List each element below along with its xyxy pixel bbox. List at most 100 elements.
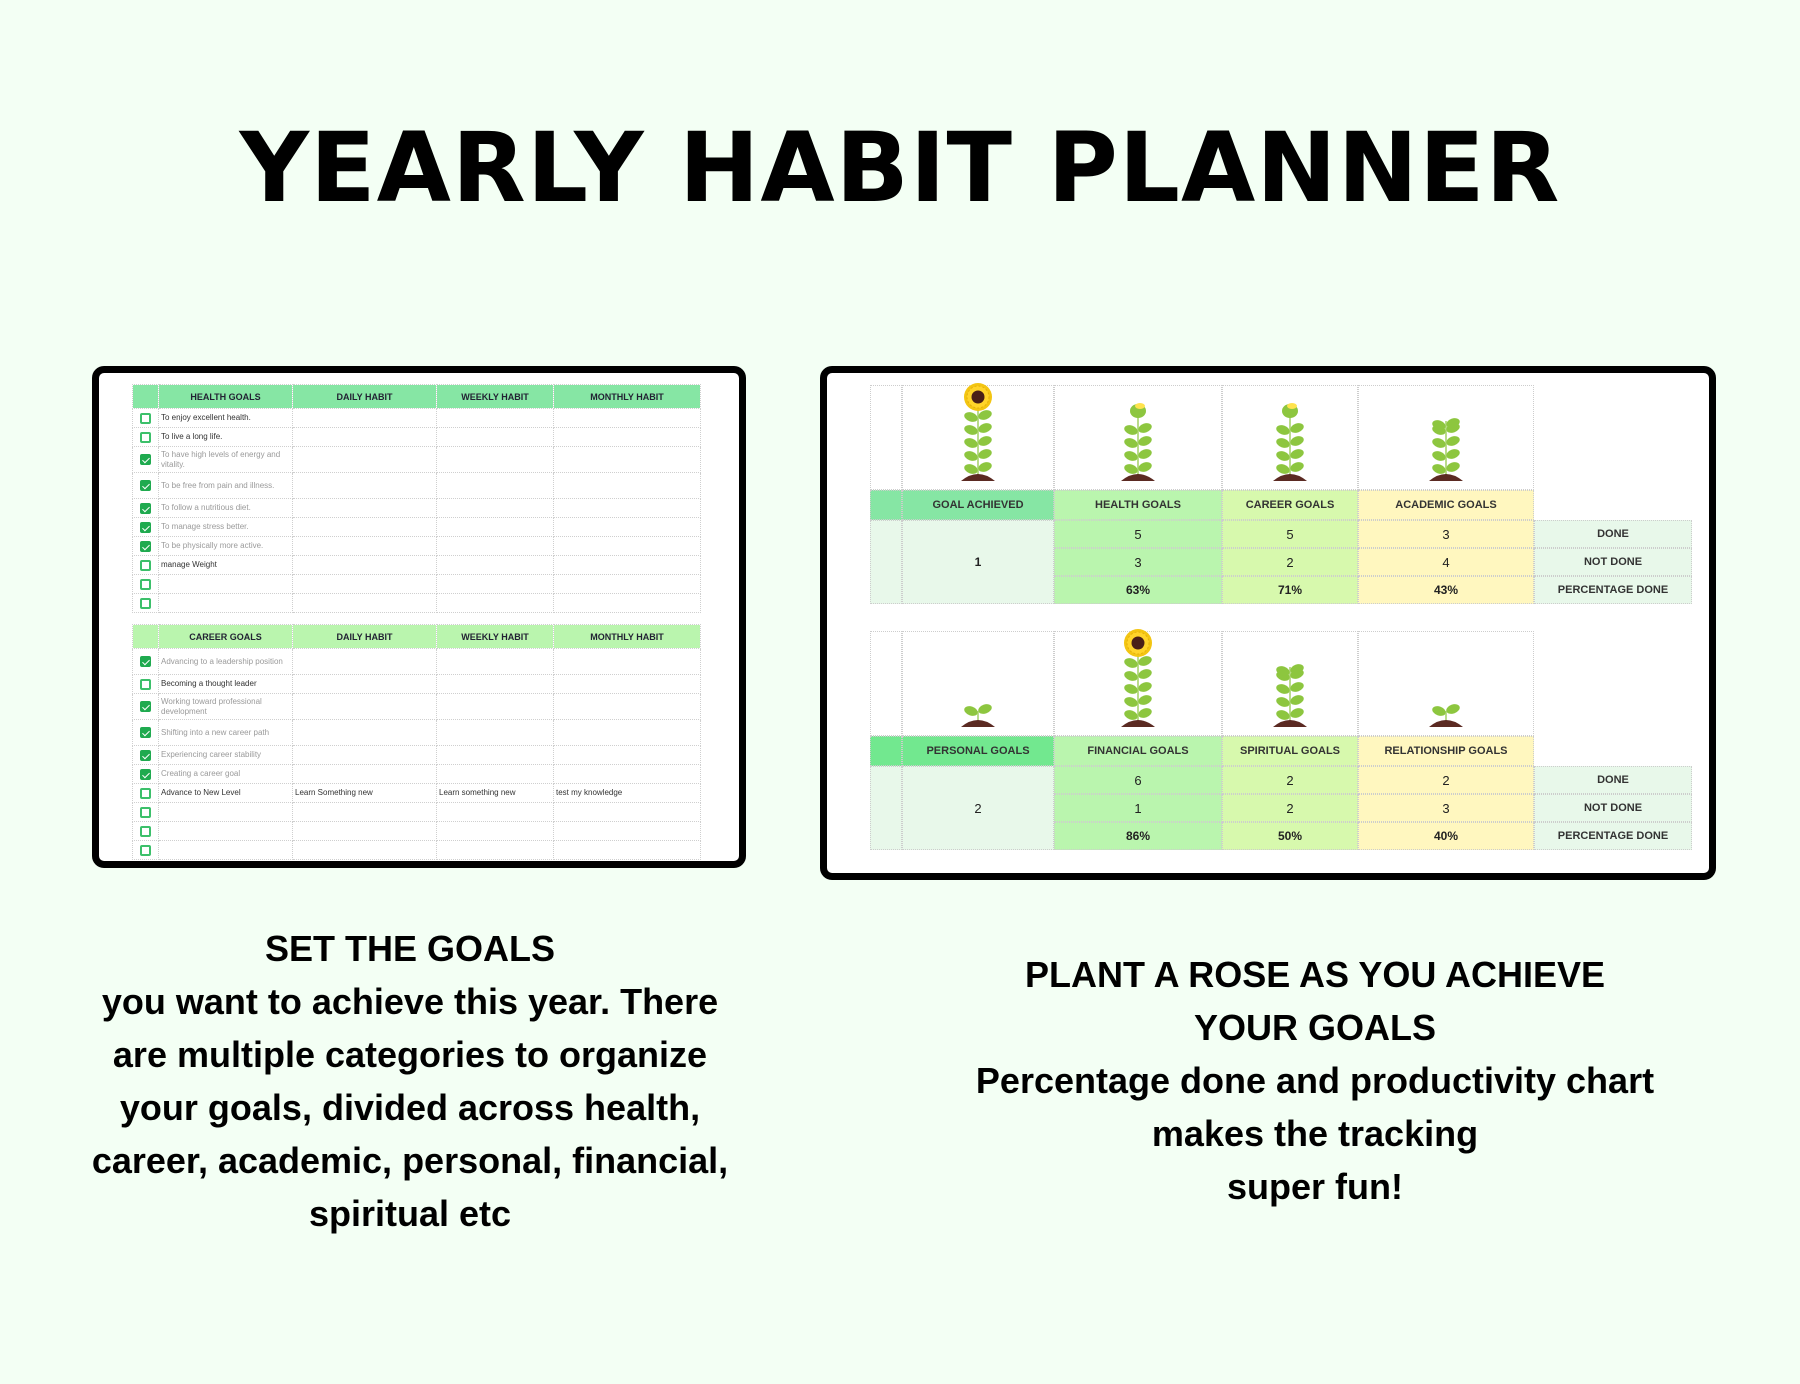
unchecked-checkbox[interactable] bbox=[140, 787, 151, 799]
weekly-habit-cell[interactable] bbox=[436, 719, 554, 746]
goal-cell[interactable]: To enjoy excellent health. bbox=[158, 408, 293, 428]
weekly-habit-cell[interactable] bbox=[436, 593, 554, 613]
daily-habit-cell[interactable] bbox=[292, 408, 437, 428]
monthly-habit-cell[interactable] bbox=[553, 648, 701, 675]
weekly-habit-cell[interactable] bbox=[436, 674, 554, 694]
weekly-habit-cell[interactable] bbox=[436, 574, 554, 594]
monthly-habit-cell[interactable] bbox=[553, 472, 701, 499]
daily-habit-cell[interactable] bbox=[292, 593, 437, 613]
goal-cell[interactable]: To manage stress better. bbox=[158, 517, 293, 537]
weekly-habit-cell[interactable] bbox=[436, 821, 554, 841]
daily-habit-cell[interactable] bbox=[292, 648, 437, 675]
checked-checkbox[interactable] bbox=[140, 656, 151, 667]
daily-habit-cell[interactable] bbox=[292, 764, 437, 784]
monthly-habit-cell[interactable] bbox=[553, 693, 701, 720]
weekly-habit-cell[interactable] bbox=[436, 517, 554, 537]
monthly-habit-cell[interactable] bbox=[553, 574, 701, 594]
monthly-habit-cell[interactable]: test my knowledge bbox=[553, 783, 701, 803]
goal-cell[interactable]: Becoming a thought leader bbox=[158, 674, 293, 694]
unchecked-checkbox[interactable] bbox=[140, 844, 151, 856]
daily-habit-cell[interactable] bbox=[292, 446, 437, 473]
monthly-habit-cell[interactable] bbox=[553, 821, 701, 841]
monthly-habit-cell[interactable] bbox=[553, 674, 701, 694]
daily-habit-cell[interactable] bbox=[292, 517, 437, 537]
daily-habit-cell[interactable] bbox=[292, 821, 437, 841]
goal-cell[interactable] bbox=[158, 574, 293, 594]
monthly-habit-cell[interactable] bbox=[553, 764, 701, 784]
checked-checkbox[interactable] bbox=[140, 727, 151, 738]
unchecked-checkbox[interactable] bbox=[140, 806, 151, 818]
weekly-habit-cell[interactable] bbox=[436, 648, 554, 675]
monthly-habit-cell[interactable] bbox=[553, 802, 701, 822]
monthly-habit-cell[interactable] bbox=[553, 498, 701, 518]
daily-habit-cell[interactable] bbox=[292, 674, 437, 694]
goal-cell[interactable]: To follow a nutritious diet. bbox=[158, 498, 293, 518]
unchecked-checkbox[interactable] bbox=[140, 431, 151, 443]
monthly-habit-cell[interactable] bbox=[553, 446, 701, 473]
unchecked-checkbox[interactable] bbox=[140, 678, 151, 690]
daily-habit-cell[interactable] bbox=[292, 555, 437, 575]
goal-cell[interactable]: Advance to New Level bbox=[158, 783, 293, 803]
daily-habit-cell[interactable] bbox=[292, 840, 437, 860]
weekly-habit-cell[interactable] bbox=[436, 446, 554, 473]
unchecked-checkbox[interactable] bbox=[140, 559, 151, 571]
weekly-habit-cell[interactable] bbox=[436, 408, 554, 428]
checked-checkbox[interactable] bbox=[140, 521, 151, 533]
goal-cell[interactable]: To have high levels of energy and vitali… bbox=[158, 446, 293, 473]
checked-checkbox[interactable] bbox=[140, 768, 151, 780]
weekly-habit-cell[interactable] bbox=[436, 472, 554, 499]
weekly-habit-cell[interactable] bbox=[436, 802, 554, 822]
unchecked-checkbox[interactable] bbox=[140, 578, 151, 590]
daily-habit-cell[interactable] bbox=[292, 693, 437, 720]
checked-checkbox[interactable] bbox=[140, 749, 151, 761]
goal-cell[interactable]: Shifting into a new career path bbox=[158, 719, 293, 746]
monthly-habit-cell[interactable] bbox=[553, 840, 701, 860]
monthly-habit-cell[interactable] bbox=[553, 517, 701, 537]
weekly-habit-cell[interactable] bbox=[436, 427, 554, 447]
goal-cell[interactable] bbox=[158, 840, 293, 860]
goal-cell[interactable]: Advancing to a leadership position bbox=[158, 648, 293, 675]
unchecked-checkbox[interactable] bbox=[140, 597, 151, 609]
daily-habit-cell[interactable] bbox=[292, 745, 437, 765]
monthly-habit-cell[interactable] bbox=[553, 427, 701, 447]
monthly-habit-cell[interactable] bbox=[553, 745, 701, 765]
daily-habit-cell[interactable] bbox=[292, 719, 437, 746]
goal-cell[interactable]: Creating a career goal bbox=[158, 764, 293, 784]
daily-habit-cell[interactable] bbox=[292, 427, 437, 447]
monthly-habit-cell[interactable] bbox=[553, 555, 701, 575]
checked-checkbox[interactable] bbox=[140, 502, 151, 514]
goal-cell[interactable]: To be physically more active. bbox=[158, 536, 293, 556]
goal-cell[interactable]: manage Weight bbox=[158, 555, 293, 575]
monthly-habit-cell[interactable] bbox=[553, 719, 701, 746]
daily-habit-cell[interactable] bbox=[292, 536, 437, 556]
weekly-habit-cell[interactable] bbox=[436, 840, 554, 860]
checked-checkbox[interactable] bbox=[140, 701, 151, 712]
unchecked-checkbox[interactable] bbox=[140, 412, 151, 424]
unchecked-checkbox[interactable] bbox=[140, 825, 151, 837]
daily-habit-cell[interactable] bbox=[292, 472, 437, 499]
goal-cell[interactable] bbox=[158, 593, 293, 613]
weekly-habit-cell[interactable] bbox=[436, 555, 554, 575]
daily-habit-cell[interactable] bbox=[292, 498, 437, 518]
goal-cell[interactable]: Working toward professional development bbox=[158, 693, 293, 720]
daily-habit-cell[interactable]: Learn Something new bbox=[292, 783, 437, 803]
daily-habit-cell[interactable] bbox=[292, 802, 437, 822]
goal-cell[interactable]: To be free from pain and illness. bbox=[158, 472, 293, 499]
checked-checkbox[interactable] bbox=[140, 540, 151, 552]
weekly-habit-cell[interactable] bbox=[436, 536, 554, 556]
weekly-habit-cell[interactable] bbox=[436, 764, 554, 784]
monthly-habit-cell[interactable] bbox=[553, 408, 701, 428]
goal-cell[interactable] bbox=[158, 802, 293, 822]
weekly-habit-cell[interactable] bbox=[436, 745, 554, 765]
checked-checkbox[interactable] bbox=[140, 480, 151, 491]
monthly-habit-cell[interactable] bbox=[553, 593, 701, 613]
daily-habit-cell[interactable] bbox=[292, 574, 437, 594]
goal-cell[interactable]: Experiencing career stability bbox=[158, 745, 293, 765]
weekly-habit-cell[interactable] bbox=[436, 693, 554, 720]
goal-cell[interactable] bbox=[158, 821, 293, 841]
weekly-habit-cell[interactable] bbox=[436, 498, 554, 518]
goal-cell[interactable]: To live a long life. bbox=[158, 427, 293, 447]
checked-checkbox[interactable] bbox=[140, 454, 151, 465]
weekly-habit-cell[interactable]: Learn something new bbox=[436, 783, 554, 803]
monthly-habit-cell[interactable] bbox=[553, 536, 701, 556]
